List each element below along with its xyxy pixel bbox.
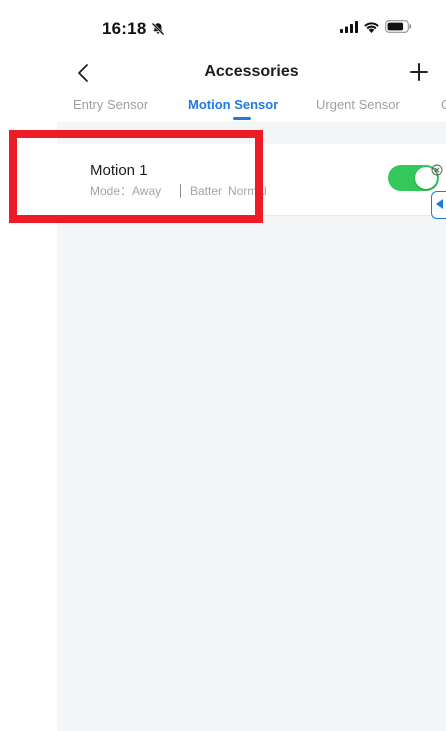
cellular-signal-icon — [340, 20, 358, 33]
plus-icon[interactable] — [407, 60, 431, 84]
device-card[interactable]: Motion 1 Mode：Away Batter Normal — [57, 144, 446, 219]
battery-icon — [385, 20, 412, 33]
phone-screen: 16:18 Accessories Entry Sensor Motion Se… — [57, 0, 446, 731]
device-name: Motion 1 — [90, 162, 148, 179]
page-title: Accessories — [204, 63, 299, 80]
triangle-left-icon — [436, 199, 443, 209]
device-mode: Mode：Away — [90, 184, 162, 198]
active-tab-indicator — [233, 117, 251, 120]
floating-assist-handle[interactable] — [431, 191, 446, 219]
sensor-tabs: Entry Sensor Motion Sensor Urgent Sensor… — [57, 90, 446, 122]
wifi-icon — [364, 21, 379, 33]
status-bar: 16:18 — [57, 0, 446, 58]
battery-label: Batter — [190, 183, 223, 198]
status-icons — [340, 20, 412, 33]
meta-divider — [180, 183, 181, 198]
tab-motion-sensor[interactable]: Motion Sensor — [188, 97, 278, 112]
tab-entry-sensor[interactable]: Entry Sensor — [73, 97, 148, 112]
status-time: 16:18 — [102, 19, 147, 38]
close-circle-icon[interactable] — [431, 164, 443, 176]
navigation-bar: Accessories — [57, 58, 446, 90]
tab-overflow[interactable]: C — [441, 97, 446, 112]
screen: 16:18 Accessories Entry Sensor Motion Se… — [0, 0, 446, 731]
device-meta: Mode：Away Batter Normal — [90, 182, 267, 199]
bell-slash-icon — [151, 22, 165, 36]
tab-urgent-sensor[interactable]: Urgent Sensor — [316, 97, 400, 112]
battery-status: Normal — [228, 183, 267, 198]
